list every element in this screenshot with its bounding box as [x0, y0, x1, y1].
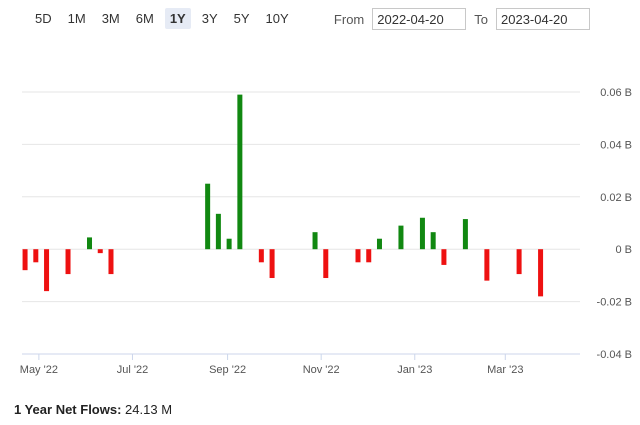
flow-bar — [258, 249, 264, 263]
range-button-10y[interactable]: 10Y — [260, 8, 294, 29]
y-tick-label: 0.04 B — [600, 139, 632, 151]
flow-bar — [355, 249, 361, 263]
flow-bar — [87, 237, 93, 250]
y-tick-label: -0.02 B — [597, 297, 632, 309]
to-label: To — [474, 11, 488, 27]
flow-bar — [441, 249, 447, 265]
net-flows-chart: 0.06 B 0.04 B 0.02 B 0 B -0.02 B -0.04 B May '… — [20, 87, 632, 376]
y-tick-label: -0.04 B — [597, 349, 632, 361]
flow-bar — [312, 232, 318, 250]
flow-bar — [516, 249, 522, 275]
flow-bar — [419, 217, 425, 250]
range-button-6m[interactable]: 6M — [130, 8, 159, 29]
net-flows-summary: 1 Year Net Flows: 24.13 M — [14, 402, 172, 417]
flow-bar — [237, 94, 243, 250]
flow-bar — [22, 249, 28, 271]
range-button-1m[interactable]: 1M — [62, 8, 91, 29]
x-tick-label: May '22 — [20, 364, 58, 376]
range-button-3m[interactable]: 3M — [96, 8, 125, 29]
flow-bar — [44, 249, 50, 292]
range-button-3y[interactable]: 3Y — [196, 8, 223, 29]
flow-bar — [33, 249, 39, 263]
from-date-input[interactable] — [372, 8, 467, 30]
flow-bar — [323, 249, 329, 279]
net-flows-value: 24.13 M — [125, 402, 173, 417]
flow-bar — [366, 249, 372, 263]
y-tick-label: 0 B — [615, 244, 632, 256]
flow-bar — [462, 219, 468, 250]
flow-bar — [97, 249, 103, 254]
flow-bar — [269, 249, 275, 279]
net-flows-label: 1 Year Net Flows: — [14, 402, 122, 417]
flow-bar — [108, 249, 114, 275]
x-tick-label: Nov '22 — [303, 364, 340, 376]
flow-bar — [430, 232, 436, 250]
flow-bar — [205, 183, 211, 250]
x-tick-label: Mar '23 — [487, 364, 523, 376]
range-button-5y[interactable]: 5Y — [228, 8, 255, 29]
flow-bar — [226, 238, 232, 250]
flow-bar — [484, 249, 490, 281]
range-selector: 5D 1M 3M 6M 1Y 3Y 5Y 10Y — [30, 8, 294, 29]
range-button-1y[interactable]: 1Y — [164, 8, 191, 29]
x-tick-label: Jan '23 — [397, 364, 432, 376]
flow-bar — [215, 213, 221, 250]
x-tick-label: Sep '22 — [209, 364, 246, 376]
x-tick-label: Jul '22 — [117, 364, 148, 376]
flow-bar — [398, 225, 404, 250]
flow-bar — [65, 249, 71, 275]
from-label: From — [333, 11, 365, 27]
date-range: From To — [334, 8, 590, 30]
y-tick-label: 0.02 B — [600, 192, 632, 204]
flow-bar — [538, 249, 544, 297]
to-date-input[interactable] — [496, 8, 590, 30]
range-button-5d[interactable]: 5D — [30, 8, 57, 29]
flow-bar — [376, 238, 382, 250]
y-tick-label: 0.06 B — [600, 87, 632, 99]
